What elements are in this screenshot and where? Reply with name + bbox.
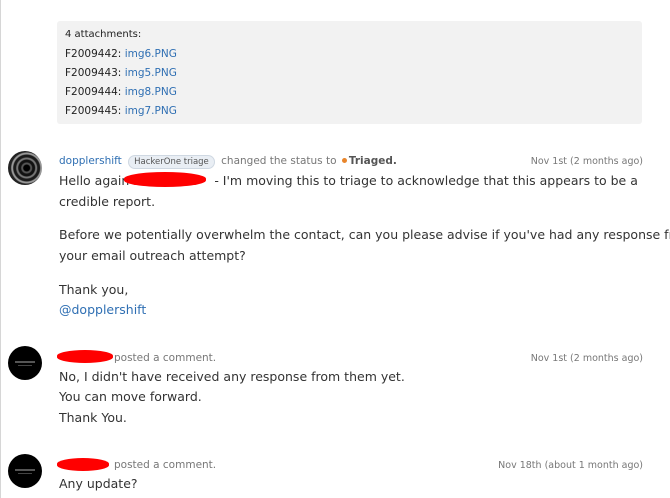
attachment-item: F2009443: img5.PNG bbox=[65, 67, 177, 79]
avatar-logo-sub bbox=[18, 365, 32, 366]
attachment-item: F2009442: img6.PNG bbox=[65, 48, 177, 60]
attachment-link[interactable]: img7.PNG bbox=[125, 105, 177, 117]
avatar-logo bbox=[15, 361, 35, 363]
activity-meta: dopplershift HackerOne triage changed th… bbox=[59, 155, 397, 169]
activity-action: posted a comment. bbox=[114, 352, 217, 364]
attachment-id: F2009445: bbox=[65, 105, 122, 117]
comment-text: - I'm moving this to triage to acknowled… bbox=[214, 173, 638, 188]
attachment-link[interactable]: img8.PNG bbox=[125, 86, 177, 98]
comment-line: Before we potentially overwhelm the cont… bbox=[59, 227, 670, 242]
avatar[interactable] bbox=[8, 346, 42, 380]
status-dot-icon bbox=[341, 158, 347, 163]
activity-action: changed the status to bbox=[221, 155, 337, 167]
attachments-header: 4 attachments: bbox=[65, 29, 142, 40]
activity-date[interactable]: Nov 1st (2 months ago) bbox=[531, 156, 643, 167]
redaction-mark bbox=[124, 172, 206, 187]
avatar-logo-sub bbox=[18, 473, 32, 474]
mention-link[interactable]: @dopplershift bbox=[59, 302, 146, 317]
team-badge: HackerOne triage bbox=[128, 155, 215, 169]
attachment-id: F2009443: bbox=[65, 67, 122, 79]
comment-line: your email outreach attempt? bbox=[59, 248, 246, 263]
activity-date[interactable]: Nov 1st (2 months ago) bbox=[531, 353, 643, 364]
attachment-id: F2009444: bbox=[65, 86, 122, 98]
activity-action: posted a comment. bbox=[114, 459, 217, 471]
activity-date[interactable]: Nov 18th (about 1 month ago) bbox=[498, 460, 643, 471]
avatar-logo bbox=[15, 469, 35, 471]
comment-line: credible report. bbox=[59, 194, 156, 209]
redaction-mark bbox=[57, 350, 113, 363]
attachment-link[interactable]: img6.PNG bbox=[125, 48, 177, 60]
username-link[interactable]: dopplershift bbox=[59, 155, 122, 167]
comment-text: Hello again bbox=[59, 173, 130, 188]
attachment-id: F2009442: bbox=[65, 48, 122, 60]
comment-line: No, I didn't have received any response … bbox=[59, 369, 405, 384]
comment-line: You can move forward. bbox=[59, 389, 202, 404]
comment-line: Thank you, bbox=[59, 282, 129, 297]
attachment-item: F2009445: img7.PNG bbox=[65, 105, 177, 117]
left-border bbox=[0, 0, 1, 498]
comment-line: Thank You. bbox=[59, 410, 127, 425]
attachment-item: F2009444: img8.PNG bbox=[65, 86, 177, 98]
avatar[interactable] bbox=[8, 151, 42, 185]
attachments-box: 4 attachments: F2009442: img6.PNG F20094… bbox=[57, 21, 642, 124]
avatar[interactable] bbox=[8, 454, 42, 488]
redaction-mark bbox=[57, 458, 109, 471]
comment-line: Any update? bbox=[59, 476, 138, 491]
status-label: Triaged. bbox=[348, 155, 397, 167]
attachment-link[interactable]: img5.PNG bbox=[125, 67, 177, 79]
